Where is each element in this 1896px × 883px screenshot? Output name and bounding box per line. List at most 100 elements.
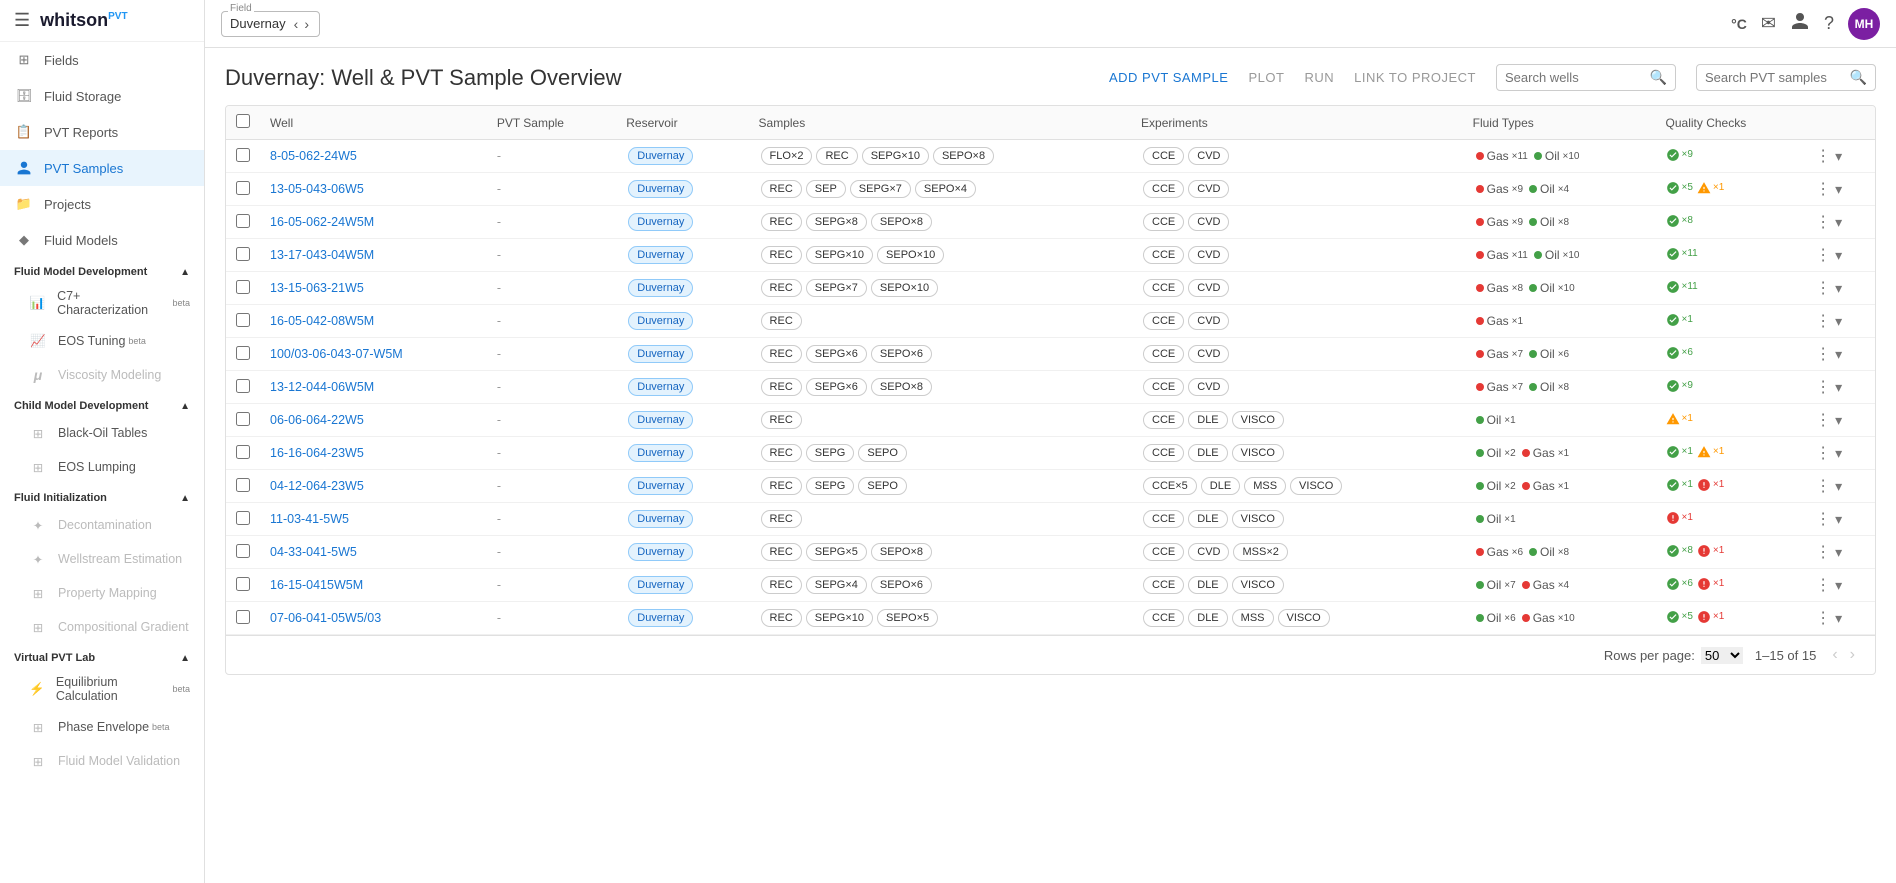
- table-row: 13-15-063-21W5-DuvernayRECSEPG×7SEPO×10C…: [226, 272, 1875, 305]
- cell-quality-checks: ×6 ×1: [1656, 569, 1806, 602]
- link-to-project-button[interactable]: LINK TO PROJECT: [1354, 70, 1476, 85]
- row-checkbox[interactable]: [236, 478, 250, 492]
- more-options-button[interactable]: ⋮: [1815, 542, 1831, 562]
- fluid-badge: Gas ×9: [1476, 215, 1523, 229]
- run-button[interactable]: RUN: [1304, 70, 1334, 85]
- more-options-button[interactable]: ⋮: [1815, 509, 1831, 529]
- expand-row-button[interactable]: ▾: [1835, 511, 1842, 528]
- row-checkbox[interactable]: [236, 181, 250, 195]
- row-checkbox[interactable]: [236, 214, 250, 228]
- sidebar-item-eos-lumping[interactable]: ⊞ EOS Lumping: [0, 450, 204, 484]
- row-checkbox[interactable]: [236, 511, 250, 525]
- row-checkbox[interactable]: [236, 445, 250, 459]
- pagination-prev-button[interactable]: ‹: [1828, 644, 1841, 666]
- more-options-button[interactable]: ⋮: [1815, 212, 1831, 232]
- more-options-button[interactable]: ⋮: [1815, 278, 1831, 298]
- row-checkbox[interactable]: [236, 280, 250, 294]
- more-options-button[interactable]: ⋮: [1815, 476, 1831, 496]
- row-checkbox[interactable]: [236, 379, 250, 393]
- expand-row-button[interactable]: ▾: [1835, 247, 1842, 264]
- sidebar-item-fluid-validation[interactable]: ⊞ Fluid Model Validation: [0, 744, 204, 778]
- search-wells-box[interactable]: 🔍: [1496, 64, 1676, 91]
- field-prev-button[interactable]: ‹: [292, 16, 301, 32]
- section-virtual-pvt-lab[interactable]: Virtual PVT Lab ▲: [0, 644, 204, 668]
- row-checkbox[interactable]: [236, 412, 250, 426]
- row-checkbox[interactable]: [236, 313, 250, 327]
- sidebar-item-fields[interactable]: ⊞ Fields: [0, 42, 204, 78]
- more-options-button[interactable]: ⋮: [1815, 179, 1831, 199]
- sidebar-item-fluid-models[interactable]: ◆ Fluid Models: [0, 222, 204, 258]
- more-options-button[interactable]: ⋮: [1815, 245, 1831, 265]
- help-icon[interactable]: ?: [1824, 13, 1834, 34]
- user-avatar[interactable]: MH: [1848, 8, 1880, 40]
- expand-row-button[interactable]: ▾: [1835, 313, 1842, 330]
- search-samples-box[interactable]: 🔍: [1696, 64, 1876, 91]
- more-options-button[interactable]: ⋮: [1815, 344, 1831, 364]
- plot-button[interactable]: PLOT: [1248, 70, 1284, 85]
- expand-row-button[interactable]: ▾: [1835, 379, 1842, 396]
- expand-row-button[interactable]: ▾: [1835, 214, 1842, 231]
- add-pvt-sample-button[interactable]: ADD PVT SAMPLE: [1109, 70, 1228, 85]
- rows-per-page-select[interactable]: 50 25 100: [1701, 647, 1743, 664]
- sidebar-item-equilibrium[interactable]: ⚡ Equilibrium Calculation beta: [0, 668, 204, 710]
- row-checkbox[interactable]: [236, 148, 250, 162]
- sidebar-item-decontamination[interactable]: ✦ Decontamination: [0, 508, 204, 542]
- section-fluid-model-dev[interactable]: Fluid Model Development ▲: [0, 258, 204, 282]
- sidebar-item-phase-envelope[interactable]: ⊞ Phase Envelope beta: [0, 710, 204, 744]
- sidebar-item-black-oil[interactable]: ⊞ Black-Oil Tables: [0, 416, 204, 450]
- chevron-up-icon[interactable]: ▲: [180, 267, 190, 278]
- expand-row-button[interactable]: ▾: [1835, 346, 1842, 363]
- expand-row-button[interactable]: ▾: [1835, 445, 1842, 462]
- row-checkbox[interactable]: [236, 346, 250, 360]
- expand-row-button[interactable]: ▾: [1835, 610, 1842, 627]
- sidebar-item-eos-tuning[interactable]: 📈 EOS Tuning beta: [0, 324, 204, 358]
- expand-row-button[interactable]: ▾: [1835, 181, 1842, 198]
- sidebar-item-comp-gradient[interactable]: ⊞ Compositional Gradient: [0, 610, 204, 644]
- sidebar-item-viscosity[interactable]: μ Viscosity Modeling: [0, 358, 204, 392]
- message-icon[interactable]: ✉: [1761, 13, 1776, 34]
- sidebar-item-c7-char[interactable]: 📊 C7+ Characterization beta: [0, 282, 204, 324]
- account-icon[interactable]: [1790, 11, 1810, 36]
- row-checkbox[interactable]: [236, 544, 250, 558]
- select-all-checkbox[interactable]: [236, 114, 250, 128]
- expand-row-button[interactable]: ▾: [1835, 412, 1842, 429]
- sidebar-item-property-mapping[interactable]: ⊞ Property Mapping: [0, 576, 204, 610]
- temperature-icon[interactable]: °C: [1731, 16, 1747, 32]
- fluid-count: ×7: [1512, 349, 1523, 360]
- sidebar-item-pvt-reports[interactable]: 📋 PVT Reports: [0, 114, 204, 150]
- section-child-model-dev[interactable]: Child Model Development ▲: [0, 392, 204, 416]
- pagination-next-button[interactable]: ›: [1846, 644, 1859, 666]
- more-options-button[interactable]: ⋮: [1815, 410, 1831, 430]
- expand-row-button[interactable]: ▾: [1835, 577, 1842, 594]
- sidebar-item-wellstream[interactable]: ✦ Wellstream Estimation: [0, 542, 204, 576]
- chevron-up-icon[interactable]: ▲: [180, 493, 190, 504]
- more-options-button[interactable]: ⋮: [1815, 377, 1831, 397]
- row-actions: ⋮ ▾: [1815, 179, 1865, 199]
- expand-row-button[interactable]: ▾: [1835, 148, 1842, 165]
- more-options-button[interactable]: ⋮: [1815, 575, 1831, 595]
- cell-experiments: CCECVD: [1131, 206, 1463, 239]
- sidebar-item-projects[interactable]: 📁 Projects: [0, 186, 204, 222]
- field-next-button[interactable]: ›: [302, 16, 311, 32]
- more-options-button[interactable]: ⋮: [1815, 608, 1831, 628]
- more-options-button[interactable]: ⋮: [1815, 311, 1831, 331]
- fluid-label: Oil: [1487, 446, 1502, 460]
- more-options-button[interactable]: ⋮: [1815, 146, 1831, 166]
- search-samples-input[interactable]: [1705, 70, 1844, 85]
- quality-badge: ×1: [1666, 511, 1693, 525]
- field-selector[interactable]: Field Duvernay ‹ ›: [221, 11, 320, 37]
- sidebar-item-fluid-storage[interactable]: 🗄 Fluid Storage: [0, 78, 204, 114]
- row-checkbox[interactable]: [236, 610, 250, 624]
- expand-row-button[interactable]: ▾: [1835, 544, 1842, 561]
- row-checkbox[interactable]: [236, 247, 250, 261]
- section-fluid-init[interactable]: Fluid Initialization ▲: [0, 484, 204, 508]
- hamburger-icon[interactable]: ☰: [14, 10, 30, 31]
- row-checkbox[interactable]: [236, 577, 250, 591]
- sidebar-item-pvt-samples[interactable]: PVT Samples: [0, 150, 204, 186]
- search-wells-input[interactable]: [1505, 70, 1644, 85]
- more-options-button[interactable]: ⋮: [1815, 443, 1831, 463]
- chevron-up-icon[interactable]: ▲: [180, 401, 190, 412]
- expand-row-button[interactable]: ▾: [1835, 478, 1842, 495]
- expand-row-button[interactable]: ▾: [1835, 280, 1842, 297]
- chevron-up-icon[interactable]: ▲: [180, 653, 190, 664]
